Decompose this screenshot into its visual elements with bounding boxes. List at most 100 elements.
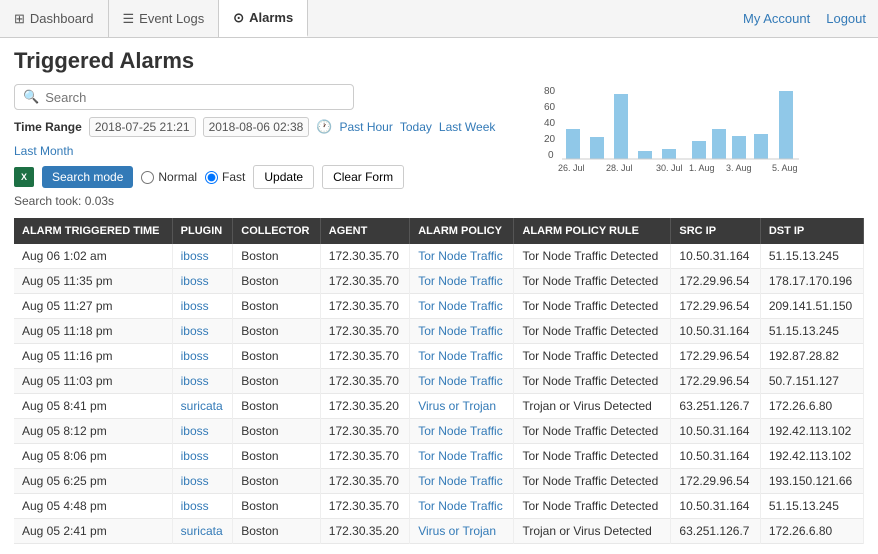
today-link[interactable]: Today: [400, 120, 432, 134]
col-src-ip: SRC IP: [671, 218, 760, 244]
svg-text:5. Aug: 5. Aug: [772, 163, 798, 173]
cell-plugin[interactable]: iboss: [172, 269, 233, 294]
cell-alarm-policy-link[interactable]: Tor Node Traffic: [418, 474, 502, 488]
clear-form-button[interactable]: Clear Form: [322, 165, 404, 189]
cell-collector: Boston: [233, 294, 321, 319]
cell-alarm-policy[interactable]: Tor Node Traffic: [410, 419, 514, 444]
normal-radio[interactable]: [141, 171, 154, 184]
chart-svg: 80 60 40 20 0: [544, 84, 854, 194]
svg-text:0: 0: [548, 150, 554, 161]
cell-plugin-link[interactable]: iboss: [181, 449, 209, 463]
cell-alarm-policy-link[interactable]: Tor Node Traffic: [418, 449, 502, 463]
cell-plugin-link[interactable]: suricata: [181, 399, 223, 413]
cell-dst-ip: 192.42.113.102: [760, 444, 863, 469]
fast-label: Fast: [222, 170, 245, 184]
cell-alarm-policy-link[interactable]: Tor Node Traffic: [418, 424, 502, 438]
cell-time: Aug 05 11:27 pm: [14, 294, 172, 319]
last-month-link[interactable]: Last Month: [14, 144, 73, 158]
cell-time: Aug 05 8:12 pm: [14, 419, 172, 444]
my-account-link[interactable]: My Account: [743, 11, 810, 26]
cell-alarm-policy[interactable]: Tor Node Traffic: [410, 344, 514, 369]
cell-plugin[interactable]: iboss: [172, 469, 233, 494]
cell-time: Aug 05 4:48 pm: [14, 494, 172, 519]
cell-plugin[interactable]: suricata: [172, 519, 233, 544]
time-end-value[interactable]: 2018-08-06 02:38: [203, 117, 310, 137]
cell-plugin[interactable]: iboss: [172, 294, 233, 319]
cell-plugin-link[interactable]: iboss: [181, 474, 209, 488]
cell-plugin[interactable]: iboss: [172, 494, 233, 519]
cell-src-ip: 10.50.31.164: [671, 444, 760, 469]
table-row: Aug 05 11:03 pmibossBoston172.30.35.70To…: [14, 369, 864, 394]
table-row: Aug 05 8:06 pmibossBoston172.30.35.70Tor…: [14, 444, 864, 469]
fast-radio[interactable]: [205, 171, 218, 184]
cell-alarm-policy[interactable]: Tor Node Traffic: [410, 244, 514, 269]
cell-plugin-link[interactable]: iboss: [181, 349, 209, 363]
cell-plugin[interactable]: iboss: [172, 419, 233, 444]
cell-plugin-link[interactable]: iboss: [181, 324, 209, 338]
cell-alarm-policy[interactable]: Tor Node Traffic: [410, 469, 514, 494]
cell-dst-ip: 172.26.6.80: [760, 519, 863, 544]
cell-time: Aug 05 2:41 pm: [14, 519, 172, 544]
cell-plugin-link[interactable]: iboss: [181, 299, 209, 313]
cell-alarm-policy-rule: Trojan or Virus Detected: [514, 394, 671, 419]
cell-time: Aug 05 6:25 pm: [14, 469, 172, 494]
cell-alarm-policy-rule: Tor Node Traffic Detected: [514, 419, 671, 444]
cell-alarm-policy-link[interactable]: Virus or Trojan: [418, 399, 496, 413]
cell-plugin-link[interactable]: suricata: [181, 524, 223, 538]
cell-plugin-link[interactable]: iboss: [181, 374, 209, 388]
cell-plugin[interactable]: iboss: [172, 319, 233, 344]
last-week-link[interactable]: Last Week: [439, 120, 495, 134]
cell-alarm-policy-rule: Tor Node Traffic Detected: [514, 294, 671, 319]
cell-alarm-policy-link[interactable]: Tor Node Traffic: [418, 349, 502, 363]
cell-alarm-policy[interactable]: Tor Node Traffic: [410, 269, 514, 294]
table-row: Aug 05 6:25 pmibossBoston172.30.35.70Tor…: [14, 469, 864, 494]
fast-radio-label[interactable]: Fast: [205, 170, 245, 184]
cell-alarm-policy-link[interactable]: Tor Node Traffic: [418, 374, 502, 388]
cell-alarm-policy[interactable]: Tor Node Traffic: [410, 319, 514, 344]
cell-alarm-policy[interactable]: Tor Node Traffic: [410, 294, 514, 319]
cell-alarm-policy-link[interactable]: Tor Node Traffic: [418, 274, 502, 288]
past-hour-link[interactable]: Past Hour: [340, 120, 393, 134]
cell-src-ip: 63.251.126.7: [671, 394, 760, 419]
cell-agent: 172.30.35.70: [320, 344, 409, 369]
cell-plugin-link[interactable]: iboss: [181, 274, 209, 288]
nav-item-event-logs[interactable]: ☰ Event Logs: [109, 0, 220, 37]
nav-item-dashboard[interactable]: ⊞ Dashboard: [0, 0, 109, 37]
cell-plugin[interactable]: suricata: [172, 394, 233, 419]
cell-alarm-policy-rule: Tor Node Traffic Detected: [514, 269, 671, 294]
cell-alarm-policy[interactable]: Tor Node Traffic: [410, 444, 514, 469]
cell-alarm-policy-link[interactable]: Tor Node Traffic: [418, 249, 502, 263]
logout-link[interactable]: Logout: [826, 11, 866, 26]
time-start-value[interactable]: 2018-07-25 21:21: [89, 117, 196, 137]
search-input[interactable]: [45, 90, 345, 105]
cell-alarm-policy[interactable]: Virus or Trojan: [410, 519, 514, 544]
table-header: ALARM TRIGGERED TIME PLUGIN COLLECTOR AG…: [14, 218, 864, 244]
cell-plugin-link[interactable]: iboss: [181, 249, 209, 263]
table-body: Aug 06 1:02 amibossBoston172.30.35.70Tor…: [14, 244, 864, 544]
cell-alarm-policy[interactable]: Virus or Trojan: [410, 394, 514, 419]
update-button[interactable]: Update: [253, 165, 314, 189]
search-mode-button[interactable]: Search mode: [42, 166, 133, 188]
cell-alarm-policy-link[interactable]: Tor Node Traffic: [418, 299, 502, 313]
table-row: Aug 05 11:35 pmibossBoston172.30.35.70To…: [14, 269, 864, 294]
cell-src-ip: 172.29.96.54: [671, 269, 760, 294]
cell-plugin-link[interactable]: iboss: [181, 424, 209, 438]
svg-text:80: 80: [544, 86, 556, 97]
cell-alarm-policy-link[interactable]: Tor Node Traffic: [418, 499, 502, 513]
cell-plugin[interactable]: iboss: [172, 244, 233, 269]
normal-radio-label[interactable]: Normal: [141, 170, 197, 184]
cell-alarm-policy[interactable]: Tor Node Traffic: [410, 494, 514, 519]
cell-plugin[interactable]: iboss: [172, 444, 233, 469]
cell-dst-ip: 51.15.13.245: [760, 494, 863, 519]
cell-time: Aug 05 11:35 pm: [14, 269, 172, 294]
svg-text:30. Jul: 30. Jul: [656, 163, 683, 173]
cell-plugin[interactable]: iboss: [172, 369, 233, 394]
cell-agent: 172.30.35.70: [320, 244, 409, 269]
svg-text:40: 40: [544, 118, 556, 129]
cell-alarm-policy[interactable]: Tor Node Traffic: [410, 369, 514, 394]
cell-alarm-policy-link[interactable]: Tor Node Traffic: [418, 324, 502, 338]
cell-alarm-policy-link[interactable]: Virus or Trojan: [418, 524, 496, 538]
cell-plugin[interactable]: iboss: [172, 344, 233, 369]
nav-item-alarms[interactable]: ⊙ Alarms: [219, 0, 308, 37]
cell-plugin-link[interactable]: iboss: [181, 499, 209, 513]
